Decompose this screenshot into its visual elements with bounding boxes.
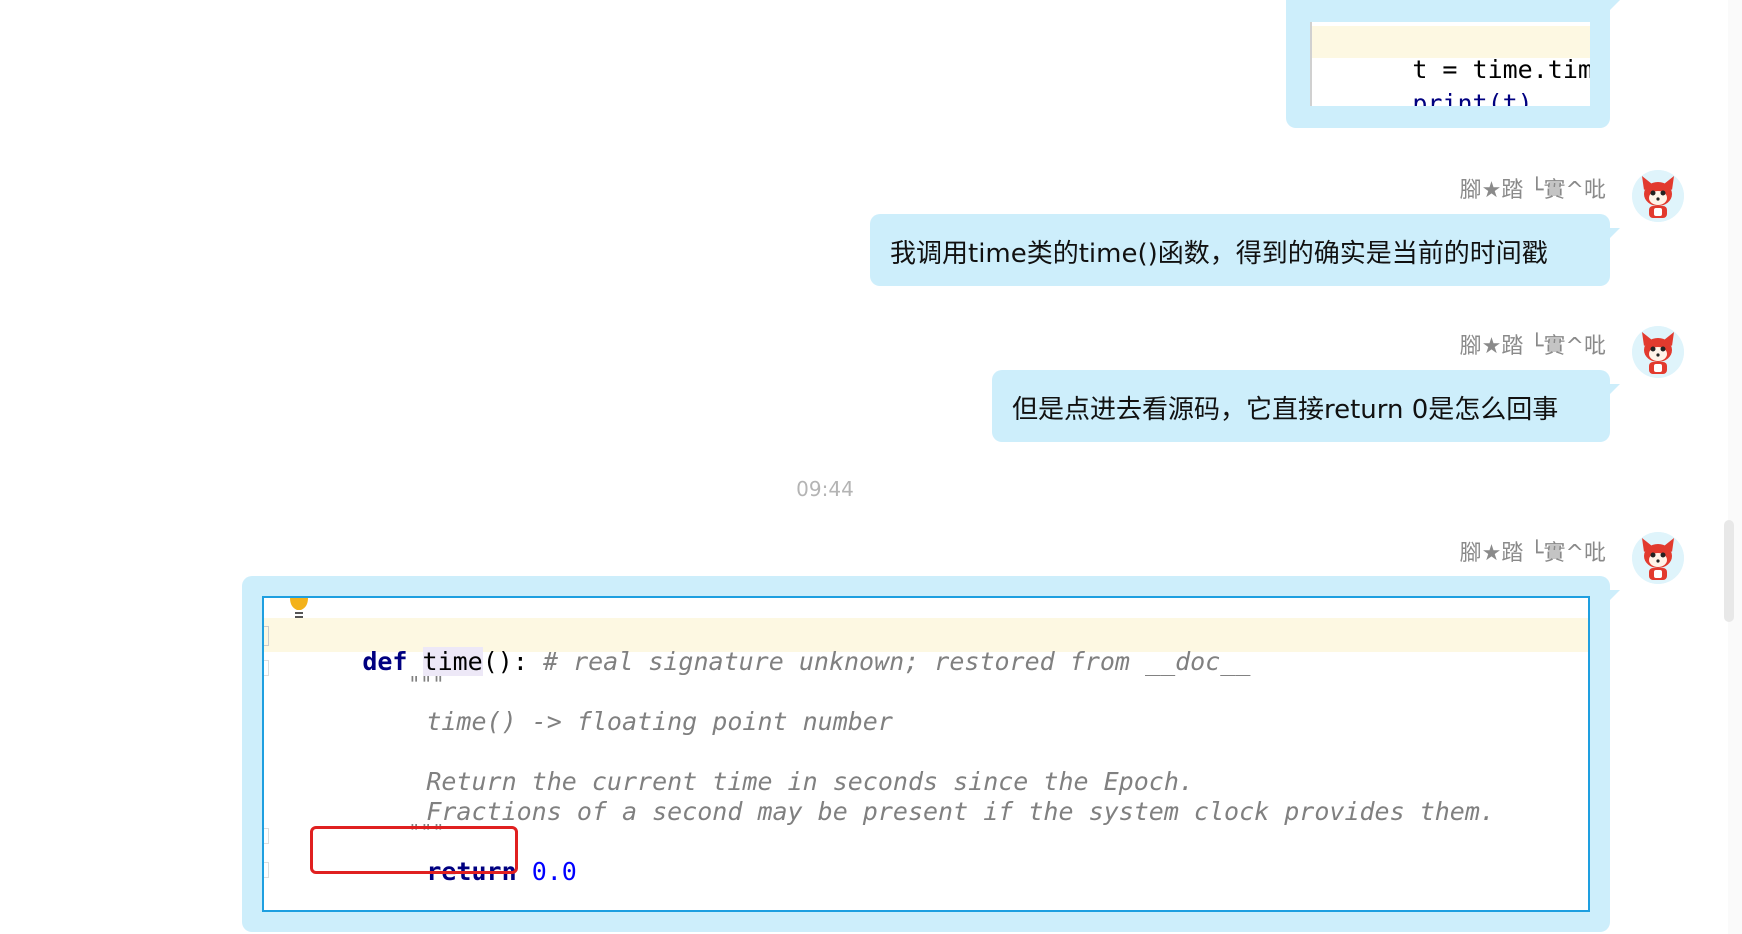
chat-scrollbar-thumb[interactable] (1724, 520, 1734, 622)
message-timestamp: 09:44 (796, 477, 854, 501)
fold-marker[interactable] (264, 862, 269, 878)
message-bubble-code-image[interactable]: def time(): # real signature unknown; re… (242, 576, 1620, 932)
code-image-panel[interactable]: def time(): # real signature unknown; re… (262, 596, 1590, 912)
red-fox-avatar-icon (1632, 170, 1684, 222)
fold-marker[interactable] (264, 828, 269, 844)
doc-text-1: time() -> floating point number (426, 707, 893, 736)
fold-marker[interactable] (264, 626, 269, 646)
message-bubble[interactable]: 但是点进去看源码，它直接return 0是怎么回事 (992, 370, 1620, 442)
code-line-2-text: print(t) (1412, 89, 1533, 106)
comment-text: # real signature unknown; restored from … (542, 647, 1251, 676)
code-line-2: print(t) (1322, 60, 1533, 106)
avatar[interactable] (1632, 170, 1684, 222)
doc-text-3: Fractions of a second may be present if … (426, 797, 1495, 826)
message-bubble[interactable]: 我调用time类的time()函数，得到的确实是当前的时间戳 (870, 214, 1620, 286)
sender-name: 腳★踏 └實^吡 (1459, 334, 1606, 359)
sender-name: 腳★踏 └實^吡 (1459, 541, 1606, 566)
sender-name: 腳★踏 └實^吡 (1459, 178, 1606, 203)
avatar[interactable] (1632, 326, 1684, 378)
code-snippet-panel: t = time.time() print(t) (1310, 22, 1590, 106)
chat-scrollbar-track[interactable] (1728, 0, 1742, 934)
message-text: 但是点进去看源码，它直接return 0是怎么回事 (1012, 395, 1559, 425)
return-value: 0.0 (531, 857, 577, 886)
message-text: 我调用time类的time()函数，得到的确实是当前的时间戳 (890, 239, 1548, 269)
red-fox-avatar-icon (1632, 532, 1684, 584)
red-highlight-box (310, 826, 518, 874)
message-bubble-code-snippet[interactable]: t = time.time() print(t) (1286, 0, 1620, 128)
signature-rest: (): (482, 647, 528, 676)
avatar[interactable] (1632, 532, 1684, 584)
fold-marker[interactable] (264, 660, 269, 676)
red-fox-avatar-icon (1632, 326, 1684, 378)
